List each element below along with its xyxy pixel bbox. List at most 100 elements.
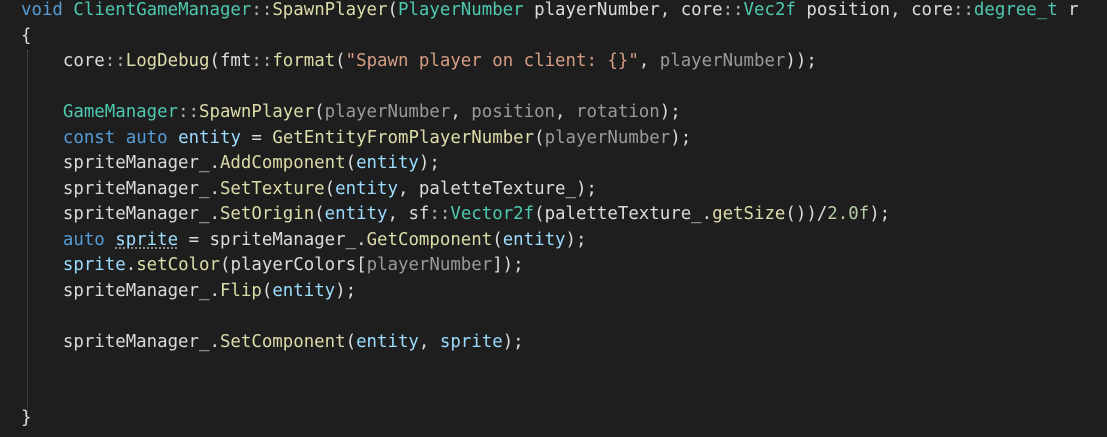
code-token-function: getSize <box>712 204 786 224</box>
code-token-plain: . <box>209 153 220 173</box>
code-line[interactable]: { <box>21 24 1079 50</box>
code-token-number: 2.0f <box>827 204 870 224</box>
code-token-variable: entity <box>272 280 336 301</box>
code-token-plain: ( <box>345 331 357 352</box>
code-token-plain: core <box>680 0 723 20</box>
code-token-function: SpawnPlayer <box>272 0 388 20</box>
code-token-plain: . <box>209 204 220 224</box>
code-token-plain: = spriteManager_. <box>178 229 367 250</box>
code-line[interactable]: core::LogDebug(fmt::format("Spawn player… <box>21 49 1079 75</box>
code-token-string: "Spawn player on client: {}" <box>345 51 639 71</box>
code-token-plain: ); <box>659 102 681 122</box>
code-token-punctuation: :: <box>104 51 126 71</box>
code-token-plain: { <box>21 25 32 46</box>
code-token-plain: ); <box>502 331 524 352</box>
code-token-plain: (fmt <box>209 51 252 71</box>
code-editor[interactable]: void ClientGameManager::SpawnPlayer(Play… <box>0 0 1107 437</box>
code-token-keyword: auto <box>62 229 105 250</box>
code-token-plain: = <box>240 127 273 148</box>
code-token-function: setColor <box>136 255 220 275</box>
code-token-plain: . <box>209 178 220 199</box>
code-token-function: LogDebug <box>125 51 210 71</box>
code-token-plain: ( <box>335 51 346 71</box>
code-token-type: ClientGameManager <box>73 0 252 20</box>
code-token-variable: sprite <box>439 331 503 352</box>
code-token-plain: ( <box>314 204 325 224</box>
code-token-variable: entity <box>356 331 419 352</box>
code-line[interactable]: sprite.setColor(playerColors[playerNumbe… <box>21 253 1079 279</box>
code-token-plain: ( <box>534 127 545 148</box>
code-token-function: SetTexture <box>219 178 325 199</box>
code-token-variable: entity <box>502 229 566 250</box>
code-token-plain: , <box>555 102 576 122</box>
code-token-plain: } <box>21 408 32 428</box>
code-token-variable: sprite <box>62 255 126 275</box>
code-token-plain: ( <box>345 153 357 173</box>
code-token-function: format <box>272 51 336 71</box>
code-line[interactable]: GameManager::SpawnPlayer(playerNumber, p… <box>21 100 1079 126</box>
code-token-plain: ); <box>565 229 587 250</box>
code-line[interactable] <box>21 381 1079 407</box>
code-token-plain: playerNumber, <box>523 0 681 20</box>
code-token-variable: sprite <box>115 229 179 250</box>
code-token-plain: ]); <box>492 255 524 275</box>
code-line[interactable]: auto sprite = spriteManager_.GetComponen… <box>21 228 1079 254</box>
code-text[interactable]: void ClientGameManager::SpawnPlayer(Play… <box>21 0 1079 432</box>
code-line[interactable]: spriteManager_.Flip(entity); <box>21 279 1079 305</box>
code-token-type: degree_t <box>973 0 1058 20</box>
code-token-type: PlayerNumber <box>397 0 524 20</box>
code-line[interactable]: spriteManager_.AddComponent(entity); <box>21 151 1079 177</box>
code-token-plain: ); <box>418 153 440 173</box>
code-token-keyword: const <box>62 127 116 148</box>
code-token-punctuation: :: <box>251 51 273 71</box>
code-line[interactable] <box>21 355 1079 381</box>
code-line[interactable]: void ClientGameManager::SpawnPlayer(Play… <box>21 0 1079 24</box>
code-line[interactable]: spriteManager_.SetTexture(entity, palett… <box>21 177 1079 203</box>
code-line[interactable]: } <box>21 406 1079 432</box>
code-token-parameter: playerNumber <box>544 127 671 148</box>
code-token-plain: , sf <box>387 204 430 224</box>
code-token-member: spriteManager_ <box>21 204 210 224</box>
code-token-member: spriteManager_ <box>21 178 210 199</box>
code-token-plain: r <box>1057 0 1079 20</box>
code-token-plain: position, <box>795 0 912 20</box>
code-token-member: spriteManager_ <box>21 331 210 352</box>
code-token-parameter: playerNumber <box>324 102 451 122</box>
code-token-punctuation: :: <box>952 0 974 20</box>
code-token-plain: )); <box>785 51 817 71</box>
code-token-plain: core <box>21 51 105 71</box>
code-token-variable: entity <box>356 153 419 173</box>
code-line[interactable]: spriteManager_.SetComponent(entity, spri… <box>21 330 1079 356</box>
code-line[interactable] <box>21 75 1079 101</box>
code-token-punctuation: :: <box>722 0 744 20</box>
code-token-type: GameManager <box>62 102 179 122</box>
code-token-plain: ())/ <box>785 204 828 224</box>
code-line[interactable] <box>21 304 1079 330</box>
code-token-variable: entity <box>178 127 241 148</box>
code-token-member: spriteManager_ <box>21 153 210 173</box>
code-line[interactable]: spriteManager_.SetOrigin(entity, sf::Vec… <box>21 202 1079 228</box>
code-token-punctuation: :: <box>251 0 273 20</box>
code-line[interactable]: const auto entity = GetEntityFromPlayerN… <box>21 126 1079 152</box>
code-token-plain: ( <box>324 178 336 199</box>
code-token-parameter: rotation <box>575 102 660 122</box>
code-token-plain: ( <box>261 280 273 301</box>
code-token-plain: ); <box>670 127 692 148</box>
code-token-variable: entity <box>324 204 388 224</box>
code-token-plain: ( <box>492 229 503 250</box>
code-token-plain: , <box>450 102 472 122</box>
code-token-plain: . <box>209 280 220 301</box>
code-token-plain: , <box>638 51 660 71</box>
code-token-member: spriteManager_ <box>21 280 210 301</box>
code-token-parameter: playerNumber <box>366 255 493 275</box>
code-token-parameter: position <box>471 102 556 122</box>
code-token-punctuation: :: <box>429 204 451 224</box>
code-token-plain: ); <box>335 280 357 301</box>
code-token-function: GetEntityFromPlayerNumber <box>272 127 535 148</box>
code-token-plain: . <box>125 255 137 275</box>
